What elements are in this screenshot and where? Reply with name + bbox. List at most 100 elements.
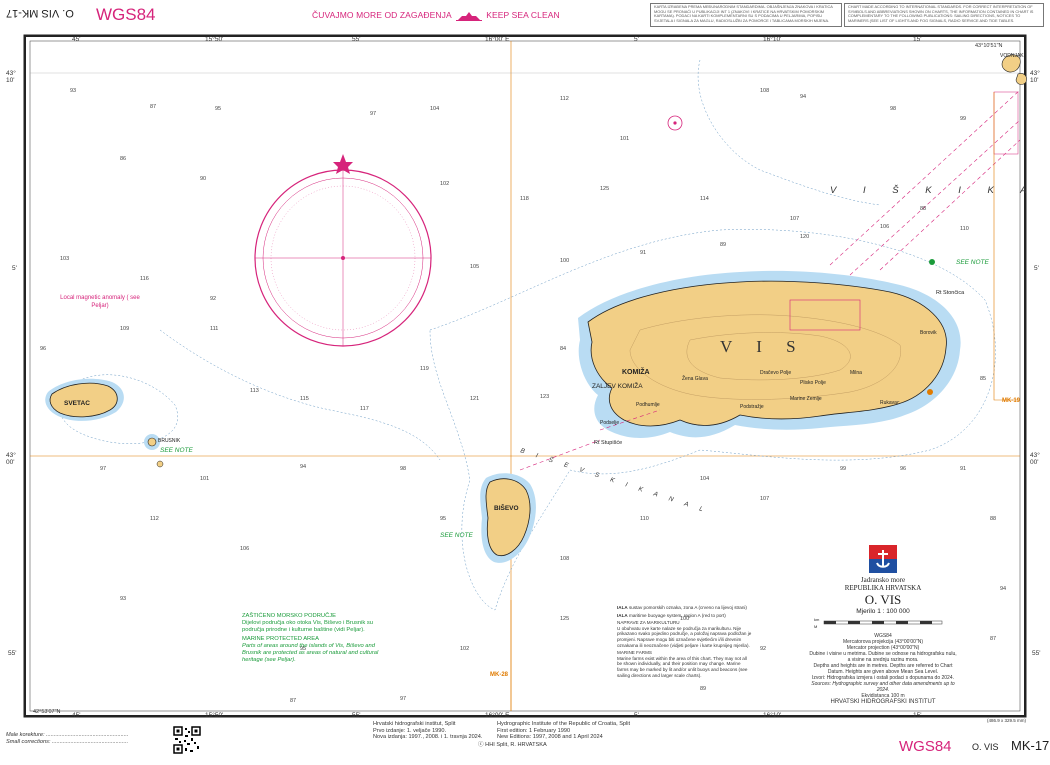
lat-label-left-00: 43° 00' [6, 452, 16, 466]
mk19-ref: MK-19 [1002, 398, 1021, 404]
lon-label-top-1550: 15°50' [205, 36, 224, 43]
chart-name-bottom: O. VIS [972, 742, 999, 752]
iala-hr-bold: IALA [617, 605, 628, 610]
vis-inner-name-6: Plisko Polje [800, 380, 826, 386]
tb-depths-en: Depths and heights are in metres. Depths… [813, 663, 953, 675]
svg-text:97: 97 [370, 111, 376, 117]
inset-rect-right [993, 91, 1019, 155]
vis-inner-name-1: Žena Glava [682, 376, 708, 382]
svg-text:108: 108 [560, 556, 569, 562]
svg-text:88: 88 [920, 206, 926, 212]
vis-inner-name-2: Podhumlje [636, 402, 660, 408]
svg-text:99: 99 [960, 116, 966, 122]
lon-label-top-15: 15' [913, 36, 922, 43]
pub-en-1: Hydrographic Institute of the Republic o… [497, 721, 631, 727]
svg-text:120: 120 [800, 234, 809, 240]
svg-text:89: 89 [720, 242, 726, 248]
svg-text:101: 101 [200, 476, 209, 482]
mpa-text-en: Parts of areas around the islands of Vis… [242, 643, 379, 663]
svg-text:92: 92 [760, 646, 766, 652]
viski-kanal-label: V I Š K I K A N A L [830, 185, 1050, 196]
vis-inner-name-4: Podstražje [740, 404, 764, 410]
svetac-label: SVETAC [64, 400, 90, 407]
svg-text:91: 91 [960, 466, 966, 472]
bisevo-label: BIŠEVO [494, 505, 519, 512]
vis-inner-name-7: Rukavac [880, 400, 900, 406]
lon-label-top-1610: 16°10' [763, 36, 782, 43]
mk19-limit [993, 92, 1020, 401]
vodnjak-label: VODNJAK [1000, 53, 1024, 59]
pub-hr-2: Prvo izdanje: 1. veljače 1990. [373, 727, 447, 734]
route-line-2 [849, 119, 1021, 276]
svg-text:125: 125 [560, 616, 569, 622]
contour-west [159, 329, 441, 461]
vis-inner-name-5: Marine Zemlje [790, 396, 822, 402]
see-note-ne: SEE NOTE [956, 259, 989, 266]
lat-label-right-55: 55' [1032, 650, 1041, 657]
route-line-3 [879, 139, 1021, 271]
sea-name: Jadransko more [860, 576, 906, 584]
minor-corrections-hr: Male korekture: ........................… [6, 732, 129, 738]
svg-text:110: 110 [960, 226, 969, 232]
svg-text:100: 100 [560, 258, 569, 264]
svg-text:107: 107 [760, 496, 769, 502]
svg-text:106: 106 [240, 546, 249, 552]
svg-text:117: 117 [360, 406, 369, 412]
tb-depths-hr: Dubine i visine u metrima. Dubine se odn… [809, 651, 957, 663]
chart-number-bottom: MK-17 [1011, 738, 1050, 753]
svg-text:93: 93 [70, 88, 76, 94]
svg-text:88: 88 [990, 516, 996, 522]
vis-inner-name-3: Podselje [600, 420, 620, 426]
mpa-text-hr: Dijelovi područja oko otoka Vis, Biševo … [242, 619, 374, 633]
footer: Male korekture: ........................… [0, 718, 1050, 765]
svg-text:97: 97 [100, 466, 106, 472]
svg-text:94: 94 [1000, 586, 1006, 592]
mpa-title-hr: ZAŠTIĆENO MORSKO PODRUČJE [242, 613, 337, 619]
svg-text:121: 121 [470, 396, 479, 402]
svg-text:95: 95 [215, 106, 221, 112]
scalebar-nm: M [814, 624, 818, 629]
lat-label-left-10: 43° 10' [6, 70, 16, 84]
lat-label-left-55: 55' [8, 650, 17, 657]
svg-text:89: 89 [700, 686, 706, 692]
svg-text:104: 104 [430, 106, 439, 112]
svg-text:114: 114 [700, 196, 709, 202]
minor-corr-hr-text: Male korekture: [6, 732, 45, 738]
svg-text:111: 111 [210, 326, 218, 332]
tb-institute: HRVATSKI HIDROGRAFSKI INSTITUT [830, 699, 936, 705]
svg-text:112: 112 [560, 96, 569, 102]
svg-text:102: 102 [440, 181, 449, 187]
qr-code-icon[interactable] [173, 726, 201, 754]
lon-label-top-55: 55' [352, 36, 361, 43]
scalebar-km: km [814, 617, 820, 622]
lat-label-right-5: 5' [1034, 265, 1039, 272]
minor-corr-en-text: Small corrections: [6, 739, 51, 745]
svg-text:115: 115 [300, 396, 309, 402]
contour-north [697, 59, 881, 206]
hhi-emblem-icon [869, 545, 897, 573]
svg-text:84: 84 [560, 346, 566, 352]
light-buoy-north [667, 115, 683, 131]
chart-scale: Mjerilo 1 : 100 000 [856, 608, 910, 615]
svg-text:105: 105 [470, 264, 479, 270]
green-mark-1 [929, 259, 935, 265]
svg-text:95: 95 [440, 516, 446, 522]
compass-rose [254, 154, 432, 347]
notes-block: IALA sustav pomorskih oznaka, zona A (cr… [617, 605, 752, 678]
svg-text:110: 110 [640, 516, 649, 522]
tb-source-en: Sources: Hydrographic survey and other d… [811, 681, 955, 693]
pub-en-3: New Editions: 1997, 2008 and 1 April 202… [497, 734, 603, 741]
svg-text:91: 91 [640, 250, 646, 256]
route-line-1 [829, 89, 1021, 266]
see-note-brusnik: SEE NOTE [160, 447, 193, 454]
svg-text:96: 96 [900, 466, 906, 472]
svg-text:106: 106 [880, 224, 889, 230]
svg-text:116: 116 [140, 276, 149, 282]
svg-text:94: 94 [800, 94, 806, 100]
rt-stoncica-label: Rt Stončica [936, 290, 965, 296]
iala-hr-text: sustav pomorskih oznaka, zona A (crveno … [629, 605, 747, 610]
iala-en-text: maritime buoyage system, region A (red t… [629, 612, 726, 618]
svg-text:92: 92 [210, 296, 216, 302]
svg-text:113: 113 [250, 388, 259, 394]
mpa-title-en: MARINE PROTECTED AREA [242, 636, 319, 643]
